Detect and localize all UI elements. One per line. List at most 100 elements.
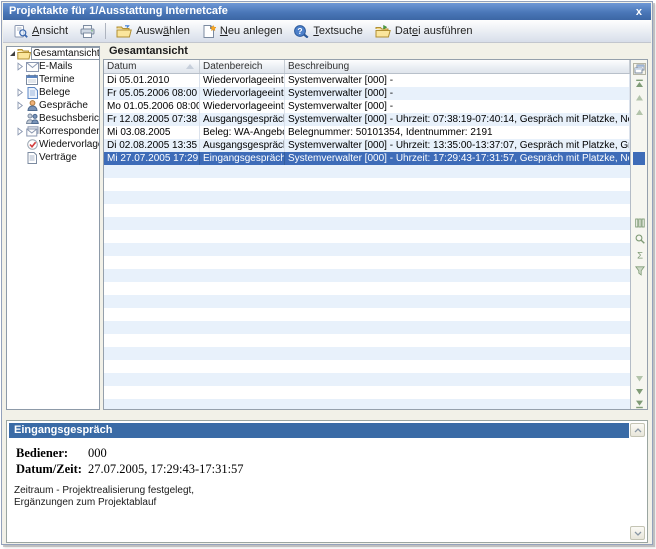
tree-item-termine[interactable]: Termine xyxy=(7,73,99,86)
detail-field: Datum/Zeit:27.07.2005, 17:29:43-17:31:57 xyxy=(16,462,244,477)
scroll-first-icon[interactable] xyxy=(631,77,648,90)
table-row[interactable]: Di 05.01.2010WiedervorlageeintragSystemv… xyxy=(104,74,630,87)
mail-stack-icon xyxy=(25,126,39,137)
table-cell: Mi 27.07.2005 17:29 xyxy=(104,152,200,165)
table-cell xyxy=(285,204,630,217)
sum-icon[interactable]: Σ xyxy=(631,248,648,261)
toolbar-button-label: Neu anlegen xyxy=(220,25,282,37)
table-row-empty xyxy=(104,204,630,217)
tree-item-label: Wiedervorlagen xyxy=(39,139,100,150)
detail-title: Eingangsgespräch xyxy=(9,423,629,438)
table-row-empty xyxy=(104,165,630,178)
tree-item-label: Besuchsberichte xyxy=(39,113,100,124)
tree-collapsed-icon[interactable] xyxy=(15,62,25,71)
folder-root-icon xyxy=(17,48,31,60)
table-row[interactable]: Fr 12.08.2005 07:38AusgangsgesprächSyste… xyxy=(104,113,630,126)
table-cell xyxy=(200,178,285,191)
toolbar: Ansicht Auswählen Neu anlegen ?TextsucheDat… xyxy=(3,20,651,43)
column-header-datenbereich[interactable]: Datenbereich xyxy=(200,60,285,73)
tree-root-label: Gesamtansicht xyxy=(31,47,100,60)
scroll-down-icon[interactable] xyxy=(630,526,645,540)
table-cell xyxy=(200,243,285,256)
window-icon[interactable] xyxy=(631,61,648,76)
filter-icon[interactable] xyxy=(631,264,648,277)
table-row[interactable]: Di 02.08.2005 13:35AusgangsgesprächSyste… xyxy=(104,139,630,152)
table-cell xyxy=(104,399,200,409)
drucken-button[interactable] xyxy=(74,22,101,41)
scroll-next-icon[interactable] xyxy=(631,372,648,385)
grid-title: Gesamtansicht xyxy=(109,45,188,57)
table-row-empty xyxy=(104,282,630,295)
datei-ausfuehren-button[interactable]: Datei ausführen xyxy=(369,22,479,41)
neu-anlegen-button[interactable]: Neu anlegen xyxy=(196,22,288,41)
receipt-icon xyxy=(25,87,39,99)
table-cell xyxy=(104,165,200,178)
printer-icon xyxy=(80,25,95,38)
scroll-prev-page-icon[interactable] xyxy=(631,91,648,104)
help-search-icon: ? xyxy=(294,25,309,38)
detail-field-value: 27.07.2005, 17:29:43-17:31:57 xyxy=(88,462,244,476)
table-cell xyxy=(200,165,285,178)
table-cell: Fr 05.05.2006 08:00 xyxy=(104,87,200,100)
grid-table: DatumDatenbereich Beschreibung Di 05.01.2… xyxy=(104,60,630,409)
scroll-prev-icon[interactable] xyxy=(631,105,648,118)
tree-item-vertr-ge[interactable]: Verträge xyxy=(7,151,99,164)
tree-item-belege[interactable]: Belege xyxy=(7,86,99,99)
table-cell xyxy=(285,217,630,230)
tree-collapsed-icon[interactable] xyxy=(15,88,25,97)
ansicht-button[interactable]: Ansicht xyxy=(8,22,74,41)
table-cell xyxy=(285,321,630,334)
tree-item-gespr-che[interactable]: Gespräche xyxy=(7,99,99,112)
column-header-datum[interactable]: Datum xyxy=(104,60,200,73)
table-row-empty xyxy=(104,295,630,308)
detail-scrollbar[interactable] xyxy=(630,423,645,540)
run-file-icon xyxy=(375,25,391,38)
table-row[interactable]: Mo 01.05.2006 08:00WiedervorlageeintragS… xyxy=(104,100,630,113)
search-icon[interactable] xyxy=(631,232,648,245)
table-cell xyxy=(104,386,200,399)
scroll-last-icon[interactable] xyxy=(631,398,648,410)
tree-item-label: Verträge xyxy=(39,152,77,163)
email-icon xyxy=(25,62,39,72)
table-cell: Belegnummer: 50101354, Identnummer: 2191 xyxy=(285,126,630,139)
table-cell xyxy=(200,191,285,204)
table-cell xyxy=(104,334,200,347)
tree-expanded-icon[interactable] xyxy=(7,51,17,56)
tree-item-korrespondenzen[interactable]: Korrespondenzen xyxy=(7,125,99,138)
table-cell: Systemverwalter [000] - Uhrzeit: 17:29:4… xyxy=(285,152,630,165)
table-cell xyxy=(200,321,285,334)
tree-collapsed-icon[interactable] xyxy=(15,127,25,136)
tree-item-besuchsberichte[interactable]: Besuchsberichte xyxy=(7,112,99,125)
column-header-label: Datenbereich xyxy=(203,60,262,73)
table-cell xyxy=(104,243,200,256)
table-row-empty xyxy=(104,373,630,386)
table-cell: Systemverwalter [000] - Uhrzeit: 07:38:1… xyxy=(285,113,630,126)
table-row-empty xyxy=(104,243,630,256)
table-row[interactable]: Mi 03.08.2005Beleg: WA-Angebot (alle Bel… xyxy=(104,126,630,139)
table-row-empty xyxy=(104,269,630,282)
tree-collapsed-icon[interactable] xyxy=(15,101,25,110)
table-cell xyxy=(200,360,285,373)
close-icon[interactable]: x xyxy=(633,5,645,19)
auswaehlen-button[interactable]: Auswählen xyxy=(110,22,196,41)
selected-row-indicator[interactable] xyxy=(633,152,645,165)
table-row-empty xyxy=(104,256,630,269)
table-row[interactable]: Mi 27.07.2005 17:29EingangsgesprächSyste… xyxy=(104,152,630,165)
columns-icon[interactable] xyxy=(631,216,648,229)
tree-root-gesamtansicht[interactable]: Gesamtansicht xyxy=(7,47,99,60)
table-cell xyxy=(200,347,285,360)
scroll-next-page-icon[interactable] xyxy=(631,385,648,398)
table-cell xyxy=(285,243,630,256)
new-document-icon xyxy=(202,25,216,38)
scroll-up-icon[interactable] xyxy=(630,423,645,437)
tree-item-wiedervorlagen[interactable]: Wiedervorlagen xyxy=(7,138,99,151)
table-cell: Fr 12.08.2005 07:38 xyxy=(104,113,200,126)
grid-body: Di 05.01.2010WiedervorlageeintragSystemv… xyxy=(104,74,630,409)
table-cell xyxy=(104,191,200,204)
tree-item-label: Korrespondenzen xyxy=(39,126,100,137)
table-row[interactable]: Fr 05.05.2006 08:00WiedervorlageeintragS… xyxy=(104,87,630,100)
tree-item-e-mails[interactable]: E-Mails xyxy=(7,60,99,73)
textsuche-button[interactable]: ?Textsuche xyxy=(288,22,369,41)
table-cell xyxy=(104,256,200,269)
column-header-beschreibung[interactable]: Beschreibung xyxy=(285,60,630,73)
